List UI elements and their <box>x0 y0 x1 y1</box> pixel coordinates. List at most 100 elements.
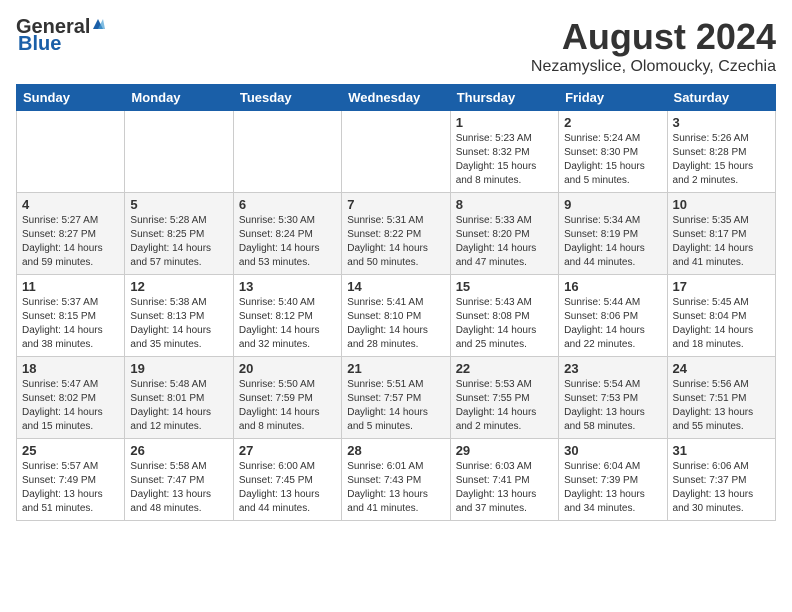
calendar-day-header-tuesday: Tuesday <box>233 85 341 111</box>
day-info: Sunrise: 5:48 AM Sunset: 8:01 PM Dayligh… <box>130 378 227 434</box>
calendar-cell: 28 Sunrise: 6:01 AM Sunset: 7:43 PM Dayli… <box>342 439 450 521</box>
page-header: General Blue August 2024 Nezamyslice, Ol… <box>16 16 776 76</box>
day-number: 7 <box>347 197 444 212</box>
calendar-cell: 1Sunrise: 5:23 AM Sunset: 8:32 PM Daylig… <box>450 111 558 193</box>
logo-icon <box>91 17 105 31</box>
title-block: August 2024 Nezamyslice, Olomoucky, Czec… <box>531 16 776 76</box>
day-number: 14 <box>347 279 444 294</box>
calendar-cell: 29 Sunrise: 6:03 AM Sunset: 7:41 PM Dayli… <box>450 439 558 521</box>
calendar-cell <box>17 111 125 193</box>
calendar-cell: 25 Sunrise: 5:57 AM Sunset: 7:49 PM Dayli… <box>17 439 125 521</box>
calendar-cell: 12 Sunrise: 5:38 AM Sunset: 8:13 PM Dayli… <box>125 275 233 357</box>
page-subtitle: Nezamyslice, Olomoucky, Czechia <box>531 58 776 76</box>
day-info: Sunrise: 6:06 AM Sunset: 7:37 PM Dayligh… <box>673 460 770 516</box>
day-info: Sunrise: 5:30 AM Sunset: 8:24 PM Dayligh… <box>239 214 336 270</box>
calendar-cell: 15 Sunrise: 5:43 AM Sunset: 8:08 PM Dayli… <box>450 275 558 357</box>
day-info: Sunrise: 5:45 AM Sunset: 8:04 PM Dayligh… <box>673 296 770 352</box>
calendar-cell: 24 Sunrise: 5:56 AM Sunset: 7:51 PM Dayli… <box>667 357 775 439</box>
calendar-week-row: 1Sunrise: 5:23 AM Sunset: 8:32 PM Daylig… <box>17 111 776 193</box>
day-info: Sunrise: 6:04 AM Sunset: 7:39 PM Dayligh… <box>564 460 661 516</box>
calendar-cell: 2 Sunrise: 5:24 AM Sunset: 8:30 PM Daylig… <box>559 111 667 193</box>
day-info: Sunrise: 5:58 AM Sunset: 7:47 PM Dayligh… <box>130 460 227 516</box>
day-info: Sunrise: 5:28 AM Sunset: 8:25 PM Dayligh… <box>130 214 227 270</box>
day-info: Sunrise: 5:35 AM Sunset: 8:17 PM Dayligh… <box>673 214 770 270</box>
day-info: Sunrise: 5:26 AM Sunset: 8:28 PM Dayligh… <box>673 132 770 188</box>
calendar-table: SundayMondayTuesdayWednesdayThursdayFrid… <box>16 84 776 521</box>
day-number: 22 <box>456 361 553 376</box>
day-info: Sunrise: 5:56 AM Sunset: 7:51 PM Dayligh… <box>673 378 770 434</box>
day-info: Sunrise: 5:44 AM Sunset: 8:06 PM Dayligh… <box>564 296 661 352</box>
day-number: 9 <box>564 197 661 212</box>
day-number: 16 <box>564 279 661 294</box>
calendar-cell: 6 Sunrise: 5:30 AM Sunset: 8:24 PM Daylig… <box>233 193 341 275</box>
day-number: 4 <box>22 197 119 212</box>
calendar-cell: 14 Sunrise: 5:41 AM Sunset: 8:10 PM Dayli… <box>342 275 450 357</box>
day-info: Sunrise: 5:41 AM Sunset: 8:10 PM Dayligh… <box>347 296 444 352</box>
day-info: Sunrise: 5:37 AM Sunset: 8:15 PM Dayligh… <box>22 296 119 352</box>
day-number: 30 <box>564 443 661 458</box>
day-info: Sunrise: 5:33 AM Sunset: 8:20 PM Dayligh… <box>456 214 553 270</box>
day-info: Sunrise: 5:34 AM Sunset: 8:19 PM Dayligh… <box>564 214 661 270</box>
day-number: 12 <box>130 279 227 294</box>
calendar-cell: 27 Sunrise: 6:00 AM Sunset: 7:45 PM Dayli… <box>233 439 341 521</box>
day-info: Sunrise: 5:40 AM Sunset: 8:12 PM Dayligh… <box>239 296 336 352</box>
calendar-cell: 23 Sunrise: 5:54 AM Sunset: 7:53 PM Dayli… <box>559 357 667 439</box>
day-number: 18 <box>22 361 119 376</box>
calendar-cell: 16 Sunrise: 5:44 AM Sunset: 8:06 PM Dayli… <box>559 275 667 357</box>
calendar-week-row: 25 Sunrise: 5:57 AM Sunset: 7:49 PM Dayli… <box>17 439 776 521</box>
day-number: 15 <box>456 279 553 294</box>
calendar-cell: 4Sunrise: 5:27 AM Sunset: 8:27 PM Daylig… <box>17 193 125 275</box>
calendar-day-header-saturday: Saturday <box>667 85 775 111</box>
day-number: 20 <box>239 361 336 376</box>
day-info: Sunrise: 6:01 AM Sunset: 7:43 PM Dayligh… <box>347 460 444 516</box>
day-info: Sunrise: 5:43 AM Sunset: 8:08 PM Dayligh… <box>456 296 553 352</box>
day-number: 25 <box>22 443 119 458</box>
calendar-cell: 22 Sunrise: 5:53 AM Sunset: 7:55 PM Dayli… <box>450 357 558 439</box>
calendar-week-row: 11Sunrise: 5:37 AM Sunset: 8:15 PM Dayli… <box>17 275 776 357</box>
day-number: 28 <box>347 443 444 458</box>
calendar-cell: 9 Sunrise: 5:34 AM Sunset: 8:19 PM Daylig… <box>559 193 667 275</box>
day-number: 26 <box>130 443 227 458</box>
day-number: 10 <box>673 197 770 212</box>
calendar-day-header-wednesday: Wednesday <box>342 85 450 111</box>
day-number: 6 <box>239 197 336 212</box>
day-number: 24 <box>673 361 770 376</box>
calendar-cell <box>125 111 233 193</box>
calendar-cell: 26 Sunrise: 5:58 AM Sunset: 7:47 PM Dayli… <box>125 439 233 521</box>
logo: General Blue <box>16 16 105 56</box>
calendar-cell: 20Sunrise: 5:50 AM Sunset: 7:59 PM Dayli… <box>233 357 341 439</box>
day-info: Sunrise: 5:38 AM Sunset: 8:13 PM Dayligh… <box>130 296 227 352</box>
day-number: 23 <box>564 361 661 376</box>
calendar-cell: 19 Sunrise: 5:48 AM Sunset: 8:01 PM Dayli… <box>125 357 233 439</box>
calendar-cell: 13Sunrise: 5:40 AM Sunset: 8:12 PM Dayli… <box>233 275 341 357</box>
day-info: Sunrise: 6:00 AM Sunset: 7:45 PM Dayligh… <box>239 460 336 516</box>
day-info: Sunrise: 5:47 AM Sunset: 8:02 PM Dayligh… <box>22 378 119 434</box>
day-number: 27 <box>239 443 336 458</box>
calendar-cell: 8Sunrise: 5:33 AM Sunset: 8:20 PM Daylig… <box>450 193 558 275</box>
day-number: 19 <box>130 361 227 376</box>
logo-blue-text: Blue <box>18 33 61 55</box>
calendar-header-row: SundayMondayTuesdayWednesdayThursdayFrid… <box>17 85 776 111</box>
day-info: Sunrise: 5:54 AM Sunset: 7:53 PM Dayligh… <box>564 378 661 434</box>
calendar-week-row: 4Sunrise: 5:27 AM Sunset: 8:27 PM Daylig… <box>17 193 776 275</box>
day-info: Sunrise: 5:57 AM Sunset: 7:49 PM Dayligh… <box>22 460 119 516</box>
calendar-day-header-monday: Monday <box>125 85 233 111</box>
calendar-cell: 10 Sunrise: 5:35 AM Sunset: 8:17 PM Dayli… <box>667 193 775 275</box>
calendar-cell: 30 Sunrise: 6:04 AM Sunset: 7:39 PM Dayli… <box>559 439 667 521</box>
calendar-cell: 31 Sunrise: 6:06 AM Sunset: 7:37 PM Dayli… <box>667 439 775 521</box>
day-number: 2 <box>564 115 661 130</box>
day-info: Sunrise: 5:31 AM Sunset: 8:22 PM Dayligh… <box>347 214 444 270</box>
calendar-cell: 11Sunrise: 5:37 AM Sunset: 8:15 PM Dayli… <box>17 275 125 357</box>
day-number: 29 <box>456 443 553 458</box>
calendar-day-header-friday: Friday <box>559 85 667 111</box>
day-number: 17 <box>673 279 770 294</box>
day-number: 5 <box>130 197 227 212</box>
day-number: 21 <box>347 361 444 376</box>
day-info: Sunrise: 5:24 AM Sunset: 8:30 PM Dayligh… <box>564 132 661 188</box>
day-number: 3 <box>673 115 770 130</box>
calendar-cell <box>342 111 450 193</box>
day-info: Sunrise: 6:03 AM Sunset: 7:41 PM Dayligh… <box>456 460 553 516</box>
day-info: Sunrise: 5:53 AM Sunset: 7:55 PM Dayligh… <box>456 378 553 434</box>
calendar-cell: 3 Sunrise: 5:26 AM Sunset: 8:28 PM Daylig… <box>667 111 775 193</box>
day-number: 31 <box>673 443 770 458</box>
